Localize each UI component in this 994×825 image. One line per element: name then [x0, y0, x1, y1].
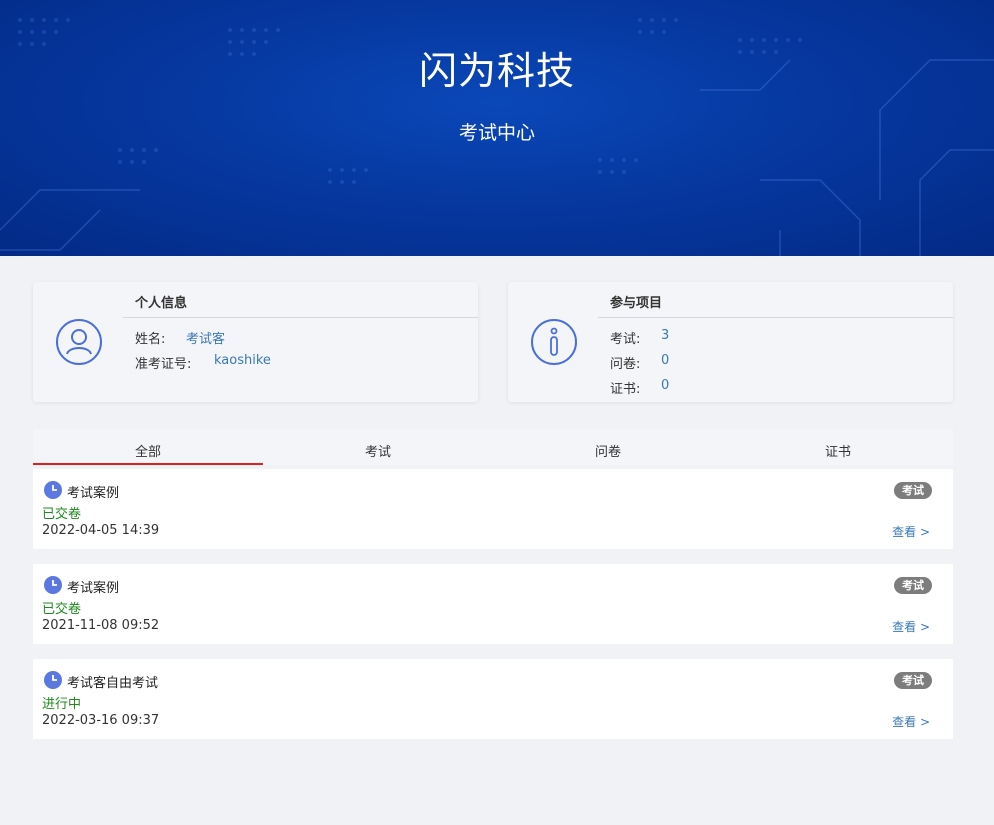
name-value: 考试客: [186, 332, 226, 347]
view-link[interactable]: 查看 >: [892, 618, 930, 635]
tab-exam[interactable]: 考试: [263, 429, 493, 465]
list-item: 考试客自由考试 进行中 2022-03-16 09:37 考试 查看 >: [33, 659, 953, 739]
record-date: 2021-11-08 09:52: [42, 618, 160, 633]
clock-icon: [44, 481, 62, 499]
exam-count-label: 考试:: [610, 332, 641, 347]
type-badge: 考试: [894, 577, 932, 594]
divider: [123, 317, 478, 318]
type-badge: 考试: [894, 672, 932, 689]
record-title: 考试案例: [67, 486, 120, 501]
cert-count-label: 证书:: [610, 382, 641, 397]
tab-survey[interactable]: 问卷: [493, 429, 723, 465]
divider: [598, 317, 953, 318]
info-icon: [531, 319, 577, 365]
projects-title: 参与项目: [610, 296, 663, 311]
projects-card: 参与项目 考试: 3 问卷: 0 证书: 0: [508, 282, 953, 402]
record-title: 考试案例: [67, 581, 120, 596]
list-item: 考试案例 已交卷 2021-11-08 09:52 考试 查看 >: [33, 564, 953, 644]
filter-tabs: 全部 考试 问卷 证书: [33, 429, 953, 465]
name-label: 姓名:: [135, 332, 166, 347]
view-link[interactable]: 查看 >: [892, 523, 930, 540]
record-title: 考试客自由考试: [67, 676, 159, 691]
exam-count-value: 3: [661, 328, 670, 343]
tab-all[interactable]: 全部: [33, 429, 263, 465]
personal-info-title: 个人信息: [135, 296, 188, 311]
survey-count-value: 0: [661, 353, 670, 368]
view-link[interactable]: 查看 >: [892, 713, 930, 730]
survey-count-label: 问卷:: [610, 357, 641, 372]
record-status: 已交卷: [42, 602, 82, 617]
tab-certificate[interactable]: 证书: [723, 429, 953, 465]
type-badge: 考试: [894, 482, 932, 499]
record-date: 2022-04-05 14:39: [42, 523, 160, 538]
record-status: 进行中: [42, 697, 82, 712]
cert-count-value: 0: [661, 378, 670, 393]
list-item: 考试案例 已交卷 2022-04-05 14:39 考试 查看 >: [33, 469, 953, 549]
clock-icon: [44, 576, 62, 594]
record-date: 2022-03-16 09:37: [42, 713, 160, 728]
clock-icon: [44, 671, 62, 689]
exam-id-label: 准考证号:: [135, 357, 192, 372]
page-subtitle: 考试中心: [458, 122, 535, 144]
personal-info-card: 个人信息 姓名: 考试客 准考证号: kaoshike: [33, 282, 478, 402]
user-icon: [56, 319, 102, 365]
exam-id-value: kaoshike: [214, 353, 271, 368]
brand-title: 闪为科技: [418, 49, 575, 93]
header-banner: 闪为科技 考试中心: [0, 0, 994, 256]
record-status: 已交卷: [42, 507, 82, 522]
